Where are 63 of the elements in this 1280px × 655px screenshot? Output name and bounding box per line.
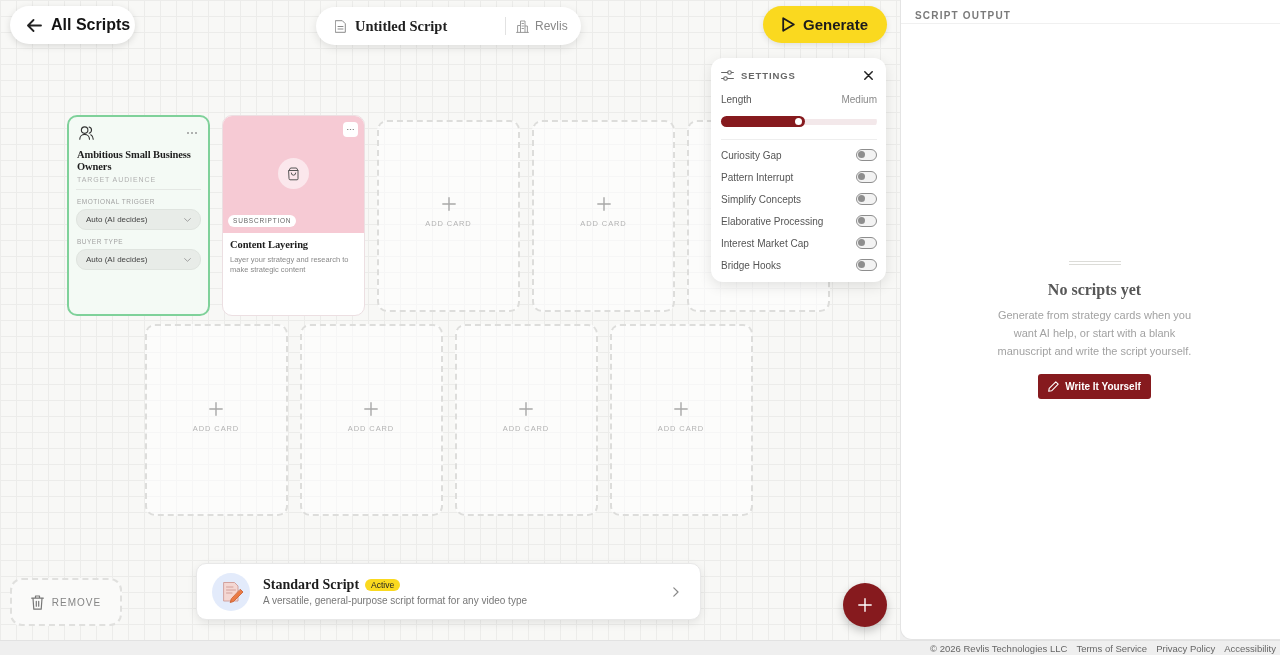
- plus-icon: [596, 197, 611, 211]
- toggle-label: Interest Market Cap: [721, 237, 809, 249]
- plus-icon: [858, 598, 872, 612]
- status-badge: Active: [365, 579, 401, 591]
- double-rule: [1068, 261, 1121, 265]
- play-icon: [781, 17, 795, 32]
- empty-state-message: Generate from strategy cards when you want AI help, or start with a blank manuscript and write the script yourself.: [996, 308, 1193, 359]
- select-field[interactable]: Auto (AI decides): [76, 209, 201, 230]
- copyright-text: © 2026 Revlis Technologies LLC: [930, 641, 1068, 655]
- toggle-label: Curiosity Gap: [721, 149, 782, 161]
- toggle-switch[interactable]: [856, 149, 877, 161]
- script-type-title: Standard Script: [263, 577, 360, 593]
- select-field[interactable]: Auto (AI decides): [76, 249, 201, 270]
- toggle-switch[interactable]: [856, 237, 877, 249]
- back-button[interactable]: All Scripts: [10, 6, 135, 44]
- close-icon: [864, 71, 873, 80]
- trash-icon: [30, 594, 44, 610]
- generate-button[interactable]: Generate: [763, 6, 887, 43]
- length-slider[interactable]: [721, 116, 877, 127]
- footer-link[interactable]: Accessibility: [1224, 641, 1276, 655]
- settings-title: SETTINGS: [741, 70, 797, 81]
- chevron-down-icon: [184, 257, 191, 262]
- toggle-switch[interactable]: [856, 259, 877, 271]
- write-it-yourself-button[interactable]: Write It Yourself: [1038, 374, 1151, 399]
- chevron-down-icon: [184, 217, 191, 222]
- card-title: Content Layering: [230, 239, 310, 251]
- plus-icon: [364, 401, 378, 416]
- footer-link[interactable]: Privacy Policy: [1156, 641, 1216, 655]
- pencil-icon: [1048, 381, 1060, 392]
- building-icon: [516, 19, 529, 33]
- plus-icon: [674, 401, 688, 416]
- script-title[interactable]: Untitled Script: [355, 17, 505, 35]
- workspace-name: Revlis: [535, 19, 568, 33]
- toggle-switch[interactable]: [856, 193, 877, 205]
- card-title: Ambitious Small Business Owners: [76, 149, 192, 173]
- script-type-description: A versatile, general-purpose script format for any video type: [263, 595, 529, 606]
- script-type-card[interactable]: Standard Script Active A versatile, general-purpose script format for any video type: [196, 563, 701, 620]
- footer-link[interactable]: Terms of Service: [1076, 641, 1148, 655]
- document-icon: [335, 19, 346, 33]
- toggle-label: Simplify Concepts: [721, 193, 802, 205]
- empty-state-title: No scripts yet: [1047, 281, 1142, 299]
- shopping-bag-icon: [277, 158, 309, 189]
- people-icon: [79, 126, 94, 140]
- toggle-label: Elaborative Processing: [721, 215, 824, 227]
- toggle-label: Pattern Interrupt: [721, 171, 794, 183]
- arrow-left-icon: [27, 18, 42, 32]
- plus-icon: [519, 401, 533, 416]
- plus-icon: [441, 197, 456, 211]
- more-button[interactable]: [185, 130, 199, 136]
- document-pencil-icon: [212, 572, 250, 611]
- toggle-switch[interactable]: [856, 215, 877, 227]
- slider-value: Medium: [841, 94, 877, 105]
- remove-button[interactable]: REMOVE: [10, 578, 122, 626]
- add-button[interactable]: [843, 583, 887, 627]
- slider-label: Length: [721, 94, 752, 105]
- slider-thumb[interactable]: [795, 118, 803, 125]
- chevron-right-icon: [673, 586, 679, 597]
- panel-title: SCRIPT OUTPUT: [915, 10, 1012, 21]
- toggle-switch[interactable]: [856, 171, 877, 183]
- more-icon: [347, 128, 354, 131]
- sliders-icon: [721, 70, 734, 81]
- plus-icon: [209, 401, 223, 416]
- toggle-label: Bridge Hooks: [721, 259, 782, 271]
